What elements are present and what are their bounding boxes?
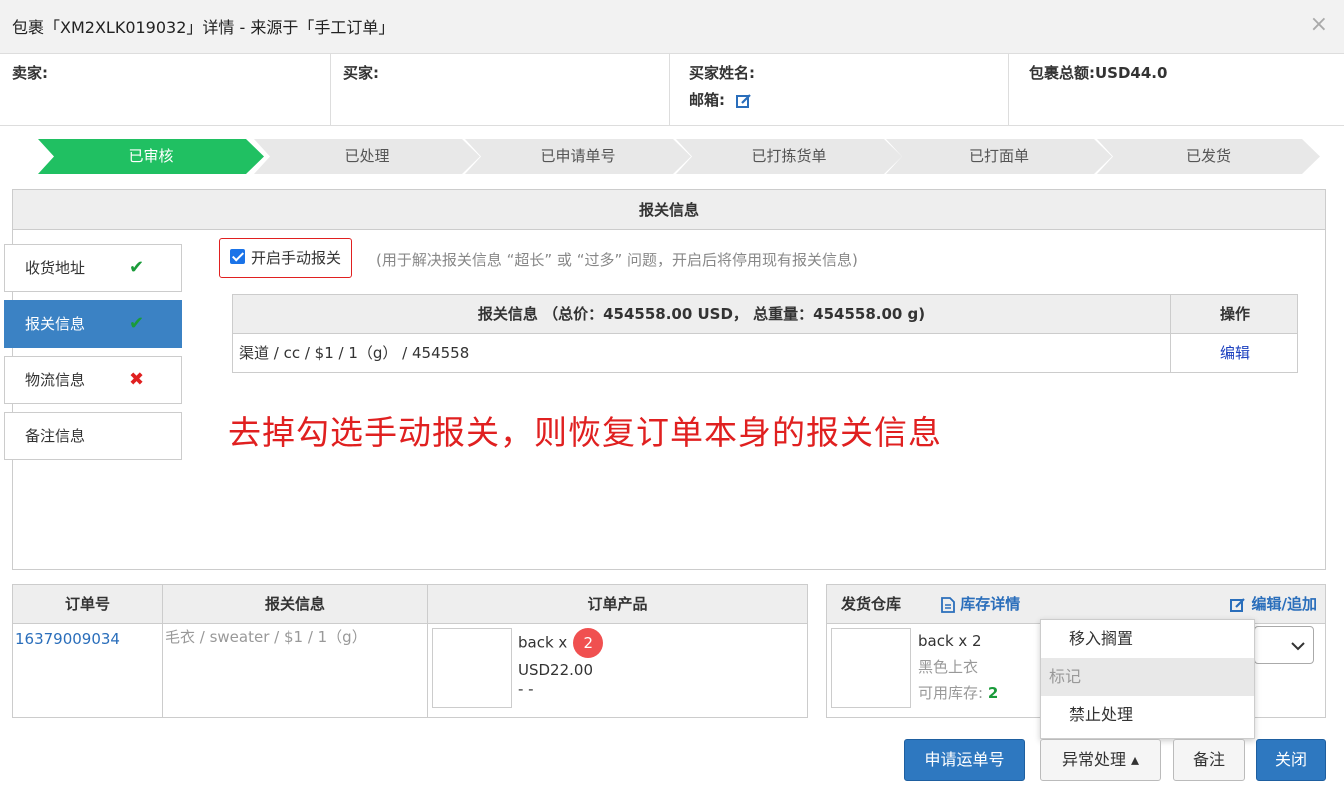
warehouse-item-desc: 黑色上衣: [918, 658, 979, 676]
customs-row-text: 渠道 / cc / $1 / 1（g） / 454558: [239, 344, 470, 362]
info-bar: 卖家: 买家: 买家姓名: 邮箱: 包裹总额:USD44.0: [0, 54, 1344, 126]
menu-item-forbid-processing[interactable]: 禁止处理: [1041, 696, 1254, 734]
product-name: back x: [518, 633, 568, 652]
seller-cell: 卖家:: [0, 54, 331, 126]
tab-remarks[interactable]: 备注信息: [4, 412, 182, 460]
panel-title: 报关信息: [13, 190, 1325, 230]
stock-label: 可用库存:: [918, 684, 984, 702]
order-number-link[interactable]: 16379009034: [15, 630, 120, 648]
stock-value: 2: [987, 684, 999, 702]
customs-action-header: 操作: [1170, 295, 1299, 333]
buyer-cell: 买家:: [331, 54, 670, 126]
tab-shipping-address[interactable]: 收货地址 ✔: [4, 244, 182, 292]
seller-label: 卖家:: [12, 64, 48, 82]
menu-item-move-to-hold[interactable]: 移入搁置: [1041, 620, 1254, 658]
step-reviewed: 已审核: [38, 139, 264, 174]
buyer-name-label: 买家姓名:: [689, 64, 755, 82]
note-button[interactable]: 备注: [1173, 739, 1245, 781]
menu-group-mark: 标记: [1041, 658, 1254, 696]
step-label-printed: 已打面单: [886, 139, 1112, 174]
edit-append-link[interactable]: 编辑/追加: [1230, 585, 1317, 623]
tab-logistics-info[interactable]: 物流信息 ✖: [4, 356, 182, 404]
check-icon: ✔: [129, 313, 145, 334]
total-value: USD44.0: [1095, 64, 1168, 82]
step-tracking-applied: 已申请单号: [465, 139, 691, 174]
manual-customs-hint: (用于解决报关信息 “超长” 或 “过多” 问题，开启后将停用现有报关信息): [376, 251, 858, 269]
tab-customs-info[interactable]: 报关信息 ✔: [4, 300, 182, 348]
quantity-badge: 2: [573, 628, 604, 658]
check-icon: ✔: [129, 257, 145, 278]
edit-icon: [1230, 597, 1246, 612]
warehouse-item: back x 2: [918, 632, 982, 650]
dialog-titlebar: 包裹「XM2XLK019032」详情 - 来源于「手工订单」 ×: [0, 0, 1344, 54]
dialog-title: 包裹「XM2XLK019032」详情 - 来源于「手工订单」: [12, 18, 395, 37]
product-image: [432, 628, 512, 708]
document-icon: [941, 596, 955, 613]
warehouse-select[interactable]: [1254, 626, 1314, 664]
step-shipped: 已发货: [1097, 139, 1320, 174]
annotation-note: 去掉勾选手动报关，则恢复订单本身的报关信息: [228, 413, 942, 452]
apply-tracking-button[interactable]: 申请运单号: [904, 739, 1025, 781]
order-customs-header: 报关信息: [162, 585, 427, 623]
warehouse-label: 发货仓库: [841, 595, 902, 613]
order-no-header: 订单号: [64, 595, 110, 613]
exception-dropdown-menu: 移入搁置 标记 禁止处理: [1040, 619, 1255, 739]
status-steps: 已审核 已处理 已申请单号 已打拣货单 已打面单 已发货: [38, 139, 1320, 174]
edit-email-icon[interactable]: [735, 93, 752, 109]
total-cell: 包裹总额:USD44.0: [1009, 54, 1344, 126]
stock-detail-link[interactable]: 库存详情: [941, 585, 1020, 623]
email-label: 邮箱:: [689, 91, 725, 109]
customs-table: 报关信息 （总价：454558.00 USD， 总重量：454558.00 g)…: [232, 294, 1298, 373]
warehouse-product-image: [831, 628, 911, 708]
total-label: 包裹总额:: [1029, 64, 1095, 82]
order-product-header: 订单产品: [427, 585, 807, 623]
manual-customs-label: 开启手动报关: [251, 249, 342, 267]
table-row: 16379009034 毛衣 / sweater / $1 / 1（g） bac…: [13, 624, 807, 718]
cross-icon: ✖: [129, 369, 145, 390]
step-processed: 已处理: [254, 139, 480, 174]
edit-customs-link[interactable]: 编辑: [1170, 334, 1299, 373]
order-customs-text: 毛衣 / sweater / $1 / 1（g）: [165, 628, 367, 646]
buyer-name-cell: 买家姓名: 邮箱:: [670, 54, 1009, 126]
buyer-label: 买家:: [343, 64, 379, 82]
product-extra: - -: [518, 680, 534, 698]
product-price: USD22.00: [518, 661, 593, 679]
table-row: 渠道 / cc / $1 / 1（g） / 454558 编辑: [233, 334, 1297, 373]
exception-handling-button[interactable]: 异常处理 ▴: [1040, 739, 1161, 781]
side-tabs: 收货地址 ✔ 报关信息 ✔ 物流信息 ✖ 备注信息: [4, 244, 182, 468]
manual-customs-toggle[interactable]: 开启手动报关: [219, 238, 353, 278]
close-icon[interactable]: ×: [1310, 12, 1328, 37]
step-picklist-printed: 已打拣货单: [676, 139, 902, 174]
customs-table-header: 报关信息 （总价：454558.00 USD， 总重量：454558.00 g): [477, 305, 926, 323]
chevron-down-icon: [1291, 642, 1305, 651]
order-table: 订单号 报关信息 订单产品 16379009034 毛衣 / sweater /…: [12, 584, 808, 718]
close-button[interactable]: 关闭: [1256, 739, 1326, 781]
manual-customs-checkbox[interactable]: [230, 249, 245, 264]
customs-panel: 报关信息: [12, 189, 1326, 570]
